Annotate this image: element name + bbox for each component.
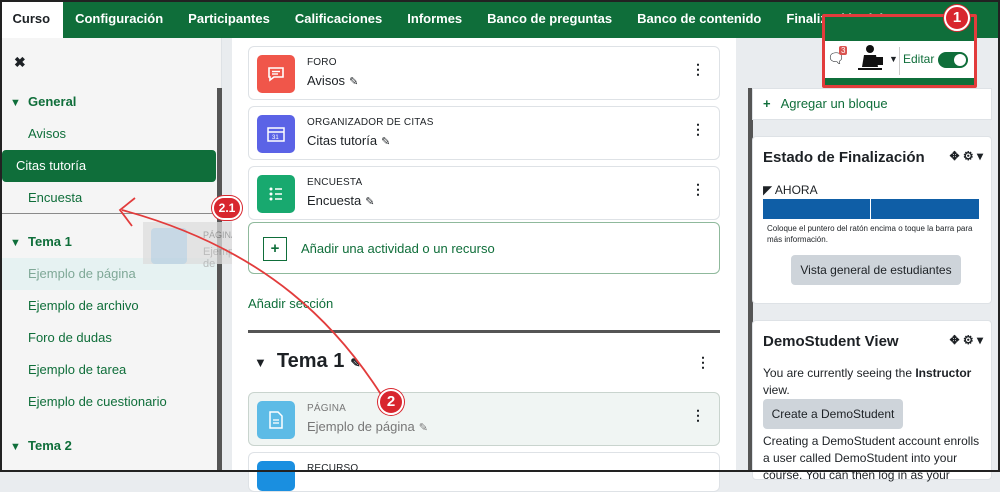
section-title[interactable]: Tema 1 (277, 350, 344, 372)
scrollbar[interactable] (217, 88, 222, 472)
kebab-menu-icon[interactable]: ⋮ (696, 354, 710, 371)
kebab-menu-icon[interactable]: ⋮ (691, 407, 705, 424)
activity-name[interactable]: Avisos (307, 73, 345, 88)
add-activity-label: Añadir una actividad o un recurso (301, 241, 495, 256)
chevron-down-icon[interactable]: ▼ (10, 87, 28, 119)
tab-configuracion[interactable]: Configuración (63, 0, 176, 38)
demostudent-info: Creating a DemoStudent account enrolls a… (763, 434, 980, 482)
drawer-item[interactable]: Citas tutoría (2, 150, 216, 182)
drawer-item-label: Foro de dudas (28, 330, 112, 345)
block-controls[interactable]: ✥ ⚙ ▾ (949, 333, 983, 347)
message-count-badge: 3 (839, 46, 848, 55)
block-controls[interactable]: ✥ ⚙ ▾ (949, 149, 983, 163)
add-block-button[interactable]: + Agregar un bloque (752, 88, 992, 120)
activity-card[interactable]: 31 ORGANIZADOR DE CITAS Citas tutoría ✎ ⋮ (248, 106, 720, 160)
kebab-menu-icon[interactable]: ⋮ (691, 61, 705, 78)
kebab-menu-icon[interactable]: ⋮ (691, 181, 705, 198)
chevron-down-icon[interactable]: ▼ (254, 355, 267, 370)
chevron-down-icon[interactable]: ▼ (10, 227, 28, 259)
drawer-item-label: Ejemplo de cuestionario (28, 394, 167, 409)
pencil-icon[interactable]: ✎ (349, 76, 358, 88)
kebab-menu-icon[interactable]: ⋮ (691, 121, 705, 138)
drawer-section[interactable]: ▼ Tema 2 (0, 430, 217, 462)
activity-name[interactable]: Encuesta (307, 193, 361, 208)
course-content: FORO Avisos ✎ ⋮ 31 ORGANIZADOR DE CITAS C… (232, 38, 736, 492)
drawer-item[interactable]: Ejemplo de archivo (0, 290, 217, 322)
activity-card[interactable]: RECURSO (248, 452, 720, 492)
completion-progress-block: Estado de Finalización ✥ ⚙ ▾ ◤ AHORA Col… (752, 136, 992, 304)
progress-bar[interactable] (763, 199, 979, 219)
tab-calificaciones[interactable]: Calificaciones (282, 0, 394, 38)
drawer-item-label: Encuesta (28, 190, 83, 205)
drawer-item-label: Citas tutoría (16, 158, 87, 173)
user-avatar-icon[interactable] (855, 43, 885, 73)
block-title: Estado de Finalización (763, 149, 925, 166)
chevron-down-icon[interactable]: ▼ (10, 431, 28, 463)
callout-2-1: 2.1 (212, 196, 242, 220)
edit-mode-toggle[interactable] (938, 52, 968, 68)
activity-type: PÁGINA (307, 403, 346, 414)
activity-type: FORO (307, 57, 337, 68)
plus-icon: + (263, 237, 287, 261)
block-title: DemoStudent View (763, 333, 899, 350)
drawer-item-label: Ejemplo de página (28, 266, 136, 281)
edit-mode-label: Editar (903, 52, 935, 66)
drawer-section[interactable]: ▼ General (0, 86, 217, 118)
demostudent-description: You are currently seeing the Instructor … (763, 366, 972, 397)
activity-type: RECURSO (307, 463, 359, 474)
add-block-label: Agregar un bloque (780, 96, 888, 111)
tab-banco-contenido[interactable]: Banco de contenido (625, 0, 774, 38)
drawer-item[interactable]: Foro de dudas (0, 322, 217, 354)
activity-name[interactable]: Citas tutoría (307, 133, 377, 148)
activity-card[interactable]: ENCUESTA Encuesta ✎ ⋮ (248, 166, 720, 220)
pencil-icon[interactable]: ✎ (365, 196, 374, 208)
flag-icon: ◤ (763, 183, 773, 197)
student-overview-button[interactable]: Vista general de estudiantes (791, 255, 961, 285)
tab-curso[interactable]: Curso (0, 0, 63, 38)
activity-type: ORGANIZADOR DE CITAS (307, 117, 434, 128)
block-region: + Agregar un bloque Estado de Finalizació… (748, 38, 1000, 482)
tab-banco-preguntas[interactable]: Banco de preguntas (475, 0, 625, 38)
close-icon[interactable]: ✖ (14, 54, 26, 71)
drawer-item-label: Avisos (28, 126, 67, 141)
tab-informes[interactable]: Informes (395, 0, 475, 38)
chevron-down-icon[interactable]: ▼ (889, 54, 898, 64)
drawer-item[interactable]: Ejemplo de cuestionario (0, 386, 217, 418)
scheduler-icon: 31 (257, 115, 295, 153)
drawer-item[interactable]: Encuesta (0, 182, 217, 214)
drawer-item-label: Tema 1 (28, 234, 72, 249)
section-header: ▼ Tema 1 ✎ (254, 350, 360, 373)
add-section-link[interactable]: Añadir sección (248, 296, 333, 311)
drawer-item-label: Ejemplo de tarea (28, 362, 127, 377)
drawer-item-label: General (28, 94, 77, 109)
pencil-icon[interactable]: ✎ (381, 136, 390, 148)
add-activity-button[interactable]: + Añadir una actividad o un recurso (248, 222, 720, 274)
drawer-item-label: Ejemplo de archivo (28, 298, 139, 313)
drawer-item[interactable]: Ejemplo de tarea (0, 354, 217, 386)
create-demostudent-button[interactable]: Create a DemoStudent (763, 399, 903, 429)
callout-1: 1 (944, 5, 970, 31)
drawer-item[interactable]: Avisos (0, 118, 217, 150)
page-icon (151, 228, 187, 264)
progress-hint: Coloque el puntero del ratón encima o to… (767, 224, 973, 244)
section-divider (248, 330, 720, 333)
activity-type: ENCUESTA (307, 177, 363, 188)
demostudent-block: DemoStudent View ✥ ⚙ ▾ You are currently… (752, 320, 992, 482)
now-label: AHORA (774, 183, 818, 197)
page-icon (257, 401, 295, 439)
svg-text:31: 31 (272, 135, 279, 141)
plus-icon: + (763, 96, 771, 111)
file-icon (257, 461, 295, 491)
pencil-icon[interactable]: ✎ (419, 422, 428, 434)
activity-card[interactable]: PÁGINA Ejemplo de página ✎ ⋮ (248, 392, 720, 446)
pencil-icon[interactable]: ✎ (350, 356, 360, 370)
tab-participantes[interactable]: Participantes (176, 0, 283, 38)
callout-2: 2 (378, 389, 404, 415)
survey-icon (257, 175, 295, 213)
forum-icon (257, 55, 295, 93)
activity-name[interactable]: Ejemplo de página (307, 419, 415, 434)
activity-card[interactable]: FORO Avisos ✎ ⋮ (248, 46, 720, 100)
drawer-item-label: Tema 2 (28, 438, 72, 453)
